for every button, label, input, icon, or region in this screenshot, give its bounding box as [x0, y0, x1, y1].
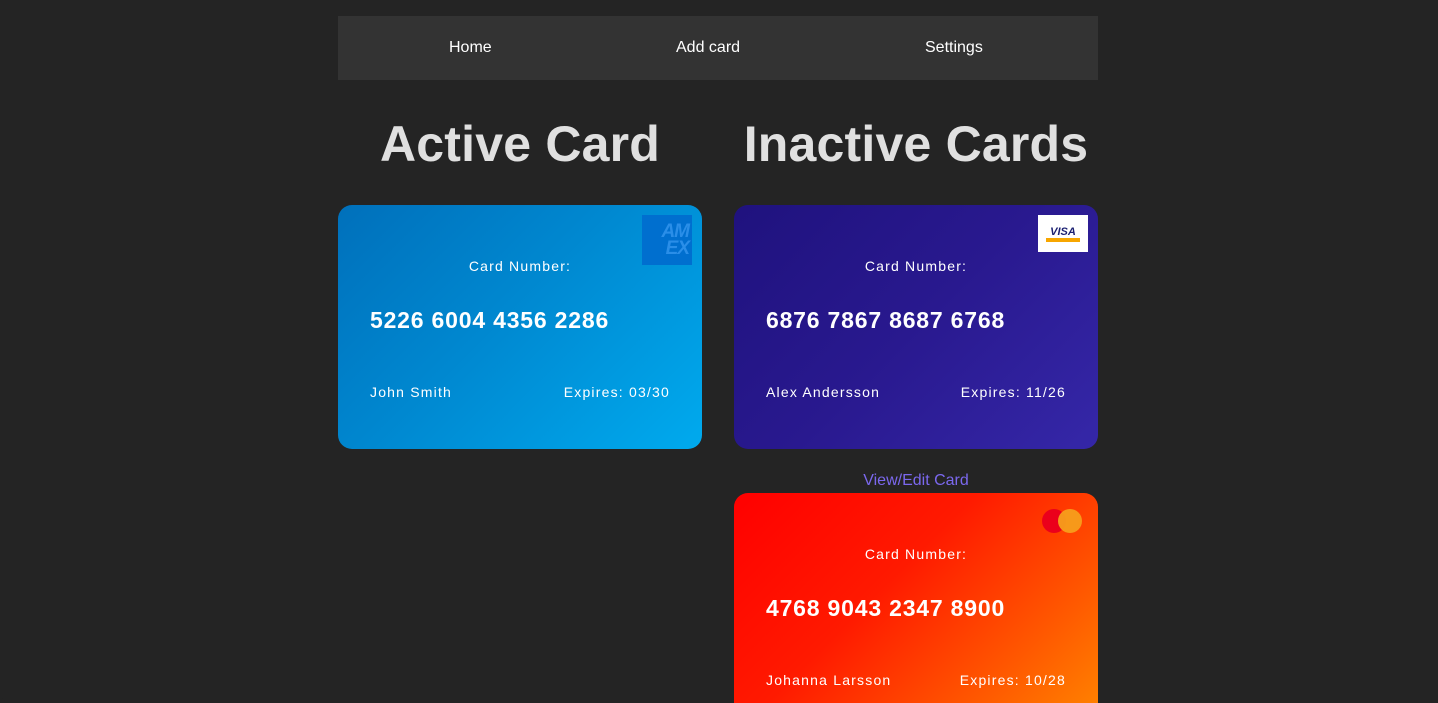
active-card-heading: Active Card [379, 116, 661, 172]
active-card[interactable]: AM EX Card Number: 5226 6004 4356 2286 J… [338, 205, 702, 449]
mastercard-orange-circle [1058, 509, 1082, 533]
card-expiry: Expires: 03/30 [563, 384, 670, 400]
visa-logo-icon: VISA [1038, 215, 1088, 252]
visa-logo-text: VISA [1050, 226, 1076, 238]
visa-logo-stripe [1046, 238, 1080, 242]
mastercard-logo-icon [1042, 509, 1082, 533]
card-expiry: Expires: 11/26 [960, 384, 1066, 400]
card-number: 4768 9043 2347 8900 [766, 595, 1006, 621]
card-holder-name: Alex Andersson [766, 384, 881, 400]
card-number-label: Card Number: [864, 258, 968, 274]
card-holder-name: Johanna Larsson [766, 672, 892, 688]
card-expiry: Expires: 10/28 [959, 672, 1066, 688]
view-edit-card-link[interactable]: View/Edit Card [734, 472, 1098, 490]
card-number: 5226 6004 4356 2286 [370, 307, 610, 333]
nav-home-link[interactable]: Home [449, 39, 492, 57]
card-number-label: Card Number: [864, 546, 968, 562]
inactive-cards-heading: Inactive Cards [743, 116, 1089, 172]
app-window: Home Add card Settings Active Card Inact… [0, 0, 1438, 703]
card-number-label: Card Number: [468, 258, 572, 274]
card-holder-name: John Smith [370, 384, 453, 400]
inactive-card-mastercard[interactable]: Card Number: 4768 9043 2347 8900 Johanna… [734, 493, 1098, 703]
nav-settings-link[interactable]: Settings [925, 39, 983, 57]
inactive-card-visa[interactable]: VISA Card Number: 6876 7867 8687 6768 Al… [734, 205, 1098, 449]
amex-logo-text: AM EX [661, 221, 690, 259]
top-nav: Home Add card Settings [338, 16, 1098, 80]
nav-add-card-link[interactable]: Add card [676, 39, 740, 57]
card-number: 6876 7867 8687 6768 [766, 307, 1006, 333]
